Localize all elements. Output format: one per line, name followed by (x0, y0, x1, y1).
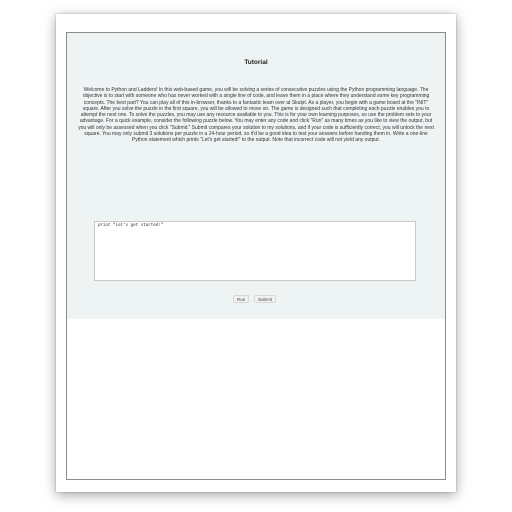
page-preview: Tutorial Welcome to Python and Ladders! … (56, 14, 456, 492)
tutorial-instructions: Welcome to Python and Ladders! In this w… (78, 87, 434, 144)
page-frame: Tutorial Welcome to Python and Ladders! … (66, 32, 446, 480)
tutorial-title: Tutorial (244, 59, 268, 66)
tutorial-panel: Tutorial Welcome to Python and Ladders! … (67, 33, 445, 319)
run-button[interactable]: Run (233, 295, 250, 303)
submit-button[interactable]: Submit (254, 295, 277, 303)
code-editor[interactable]: print "Let's get started!" (94, 221, 416, 281)
screenshot-stage: Tutorial Welcome to Python and Ladders! … (0, 0, 512, 512)
